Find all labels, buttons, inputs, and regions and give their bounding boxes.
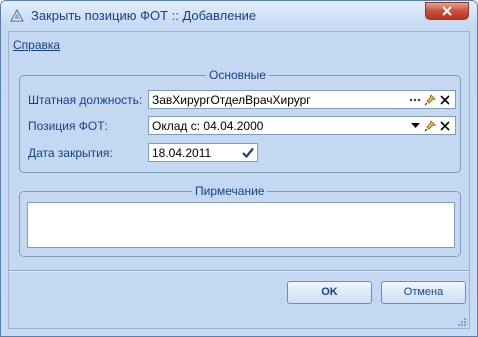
close-date-label: Дата закрытия:	[28, 146, 113, 160]
app-icon	[9, 8, 25, 24]
fot-position-value: Оклад с: 04.04.2000	[152, 119, 264, 133]
main-group: Основные Штатная должность: ЗавХирургОтд…	[19, 68, 461, 173]
dialog-window: Закрыть позицию ФОТ :: Добавление Справк…	[0, 0, 478, 337]
main-group-title: Основные	[206, 68, 269, 82]
pin-icon[interactable]	[423, 92, 437, 107]
note-group: Пирмечание	[19, 184, 461, 257]
position-label: Штатная должность:	[28, 93, 143, 107]
window-close-button[interactable]	[425, 2, 469, 20]
clear-icon[interactable]	[438, 118, 452, 133]
note-textarea[interactable]	[27, 202, 455, 248]
position-value: ЗавХирургОтделВрачХирург	[152, 93, 311, 107]
note-group-title: Пирмечание	[192, 184, 268, 198]
window-title: Закрыть позицию ФОТ :: Добавление	[31, 8, 257, 23]
divider	[9, 270, 469, 272]
ellipsis-icon[interactable]	[408, 92, 422, 107]
ok-button[interactable]: OK	[287, 281, 372, 304]
checkmark-icon[interactable]	[241, 145, 255, 160]
close-date-field[interactable]: 18.04.2011	[148, 143, 258, 162]
dialog-body: Справка Основные Штатная должность: ЗавХ…	[8, 31, 470, 329]
menu-help[interactable]: Справка	[13, 38, 60, 52]
close-date-value: 18.04.2011	[152, 146, 212, 160]
cancel-button[interactable]: Отмена	[381, 281, 466, 304]
chevron-down-icon[interactable]	[408, 118, 422, 133]
close-icon	[442, 6, 452, 16]
position-field[interactable]: ЗавХирургОтделВрачХирург	[148, 90, 456, 109]
fot-position-select[interactable]: Оклад с: 04.04.2000	[148, 116, 456, 135]
title-bar: Закрыть позицию ФОТ :: Добавление	[1, 1, 477, 31]
fot-position-label: Позиция ФОТ:	[28, 119, 108, 133]
resize-grip-icon[interactable]	[457, 316, 467, 326]
clear-icon[interactable]	[438, 92, 452, 107]
pin-icon[interactable]	[423, 118, 437, 133]
